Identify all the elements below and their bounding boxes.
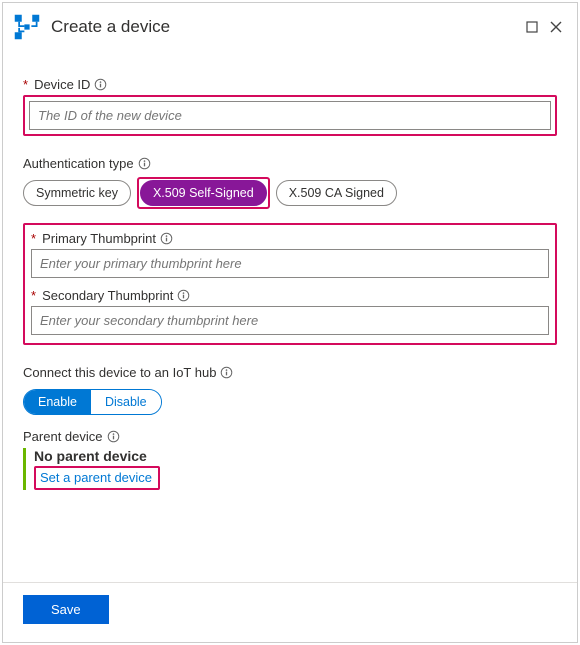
device-icon (13, 13, 41, 41)
auth-option-symmetric[interactable]: Symmetric key (23, 180, 131, 206)
required-asterisk: * (31, 231, 36, 246)
info-icon[interactable] (220, 366, 233, 379)
set-parent-link[interactable]: Set a parent device (40, 470, 152, 485)
primary-thumbprint-label: * Primary Thumbprint (31, 231, 549, 246)
footer: Save (3, 582, 577, 642)
set-parent-highlight: Set a parent device (34, 466, 160, 490)
info-icon[interactable] (138, 157, 151, 170)
connect-hub-label-text: Connect this device to an IoT hub (23, 365, 216, 380)
close-icon[interactable] (549, 20, 563, 34)
required-asterisk: * (23, 77, 28, 92)
info-icon[interactable] (160, 232, 173, 245)
info-icon[interactable] (94, 78, 107, 91)
info-icon[interactable] (107, 430, 120, 443)
parent-device-label-text: Parent device (23, 429, 103, 444)
titlebar: Create a device (3, 3, 577, 47)
required-asterisk: * (31, 288, 36, 303)
auth-type-label: Authentication type (23, 156, 557, 171)
maximize-icon[interactable] (525, 20, 539, 34)
auth-type-label-text: Authentication type (23, 156, 134, 171)
create-device-panel: Create a device * Device ID Authenticati… (2, 2, 578, 643)
dialog-title: Create a device (51, 17, 525, 37)
parent-device-label: Parent device (23, 429, 557, 444)
connect-disable[interactable]: Disable (91, 390, 161, 414)
parent-device-value: No parent device (34, 448, 557, 464)
auth-option-x509-ca[interactable]: X.509 CA Signed (276, 180, 397, 206)
device-id-label: * Device ID (23, 77, 557, 92)
secondary-thumbprint-label-text: Secondary Thumbprint (42, 288, 173, 303)
info-icon[interactable] (177, 289, 190, 302)
secondary-thumbprint-input[interactable] (31, 306, 549, 335)
device-id-input[interactable] (29, 101, 551, 130)
primary-thumbprint-label-text: Primary Thumbprint (42, 231, 156, 246)
auth-type-options: Symmetric key X.509 Self-Signed X.509 CA… (23, 177, 557, 209)
secondary-thumbprint-label: * Secondary Thumbprint (31, 288, 549, 303)
thumbprints-highlight: * Primary Thumbprint * Secondary Thumbpr… (23, 223, 557, 345)
parent-device-block: No parent device Set a parent device (23, 448, 557, 490)
connect-hub-label: Connect this device to an IoT hub (23, 365, 557, 380)
connect-hub-toggle: Enable Disable (23, 389, 162, 415)
primary-thumbprint-input[interactable] (31, 249, 549, 278)
device-id-highlight (23, 95, 557, 136)
auth-option-x509-self[interactable]: X.509 Self-Signed (140, 180, 267, 206)
connect-enable[interactable]: Enable (24, 390, 91, 414)
device-id-label-text: Device ID (34, 77, 90, 92)
auth-option-x509-self-highlight: X.509 Self-Signed (137, 177, 270, 209)
window-controls (525, 20, 567, 34)
form-body: * Device ID Authentication type Symmetri… (3, 47, 577, 502)
